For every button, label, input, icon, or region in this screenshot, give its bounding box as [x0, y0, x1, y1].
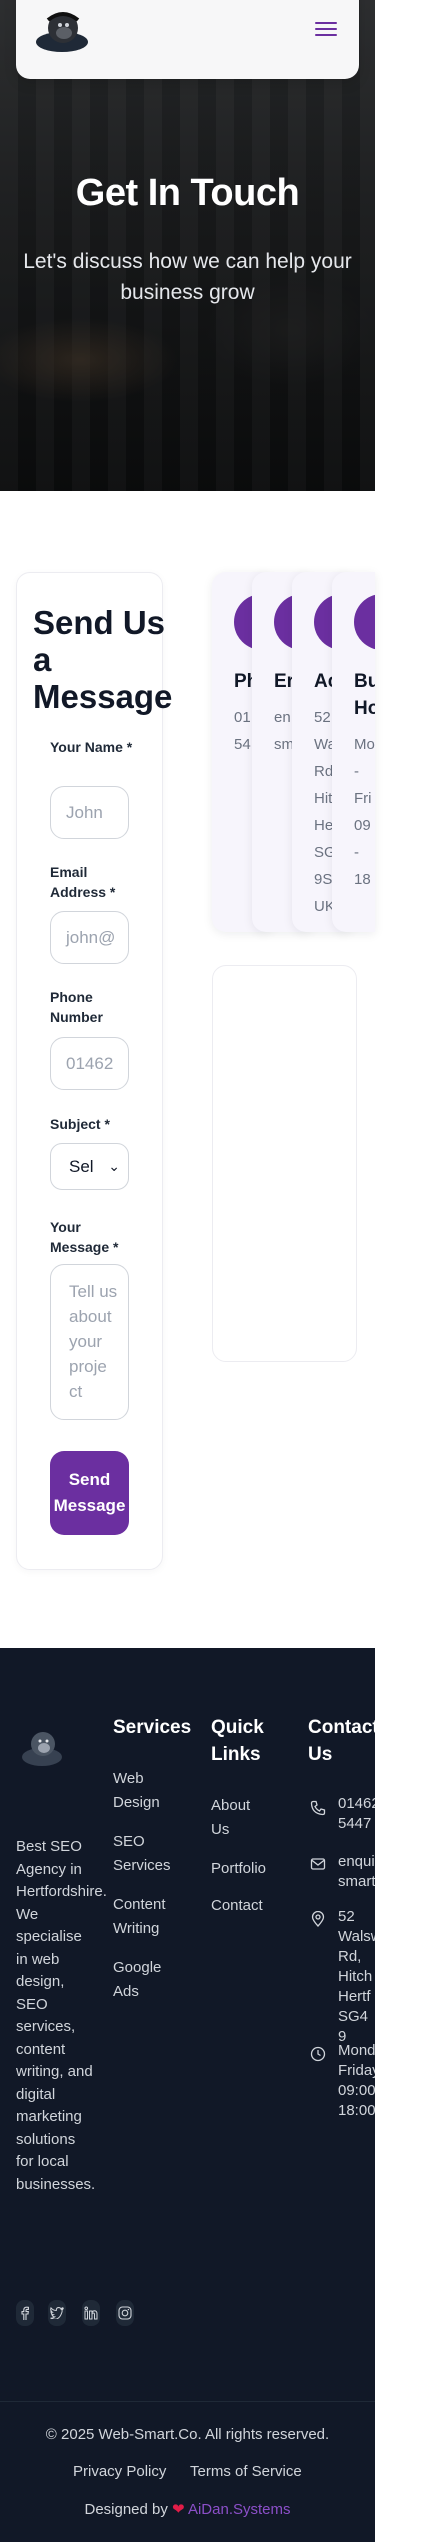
clock-icon	[354, 594, 375, 650]
subject-select-value: Sel	[69, 1157, 94, 1176]
footer-link-web-design[interactable]: Web Design	[113, 1767, 173, 1815]
footer-link-about[interactable]: About Us	[211, 1794, 261, 1842]
email-label: Email Address *	[50, 864, 116, 900]
phone-input[interactable]: 01462	[50, 1037, 129, 1090]
map-pin-icon	[311, 1911, 325, 1927]
heart-icon: ❤	[172, 2501, 185, 2518]
menu-bar	[315, 28, 337, 30]
card-line: -	[354, 763, 359, 780]
footer-phone[interactable]: 01462 5447	[338, 1794, 375, 1834]
clock-icon	[310, 2046, 326, 2062]
message-textarea[interactable]: Tell us about your proje ct	[50, 1264, 129, 1420]
menu-bar	[315, 22, 337, 24]
form-title: Send Us a Message	[33, 604, 173, 715]
card-line: -	[354, 844, 359, 861]
navbar	[16, 0, 359, 79]
footer-link-seo-services[interactable]: SEO Services	[113, 1830, 173, 1878]
card-title: Bu Ho	[354, 671, 375, 719]
quick-links-heading: Quick Links	[211, 1717, 264, 1765]
services-heading: Services	[113, 1717, 192, 1738]
message-label: Your Message *	[50, 1219, 119, 1255]
terms-of-service-link[interactable]: Terms of Service	[190, 2463, 302, 2480]
footer-link-portfolio[interactable]: Portfolio	[211, 1857, 306, 1881]
card-line: 09	[354, 817, 371, 834]
footer-divider	[0, 2401, 375, 2402]
gorilla-logo-icon[interactable]	[20, 1725, 64, 1771]
subject-label: Subject *	[50, 1116, 110, 1132]
footer-description: Best SEO Agency in Hertfordshire. We spe…	[16, 1838, 107, 2193]
menu-icon[interactable]	[315, 18, 337, 38]
hours-card: Bu Ho Mo - Fri 09 - 18	[332, 572, 375, 932]
phone-icon	[310, 1800, 326, 1816]
menu-bar	[315, 34, 337, 36]
designed-by-text: Designed by ❤ AiDan.Systems	[0, 2500, 375, 2518]
linkedin-icon[interactable]	[82, 2300, 100, 2326]
send-message-button[interactable]: Send Message	[50, 1451, 129, 1535]
name-label: Your Name *	[50, 739, 133, 755]
privacy-policy-link[interactable]: Privacy Policy	[73, 2463, 166, 2480]
map-embed[interactable]	[212, 965, 357, 1362]
gorilla-logo-icon[interactable]	[34, 8, 90, 54]
designer-link[interactable]: AiDan.Systems	[188, 2501, 291, 2518]
card-line: Fri	[354, 790, 372, 807]
designed-by-label: Designed by	[84, 2501, 168, 2518]
email-input[interactable]: john@	[50, 911, 129, 964]
hero-subtitle: Let's discuss how we can help your busin…	[23, 250, 352, 304]
contact-heading: Contact Us	[308, 1717, 375, 1765]
instagram-icon[interactable]	[116, 2300, 134, 2326]
footer-link-google-ads[interactable]: Google Ads	[113, 1956, 173, 2004]
phone-label: Phone Number	[50, 989, 103, 1025]
chevron-down-icon: ⌄	[108, 1158, 120, 1174]
hero-title: Get In Touch	[75, 172, 300, 214]
card-line: Mo	[354, 736, 375, 753]
name-input[interactable]: John	[50, 786, 129, 839]
footer-email[interactable]: enqui smart	[338, 1852, 375, 1892]
card-line: 18	[354, 871, 371, 888]
mail-icon	[310, 1858, 326, 1870]
twitter-icon[interactable]	[48, 2300, 66, 2326]
facebook-icon[interactable]	[16, 2300, 34, 2326]
subject-select[interactable]: Sel ⌄	[50, 1143, 129, 1190]
footer-address: 52 Walsw Rd, Hitch Hertf SG4 9	[338, 1908, 375, 2045]
copyright-text: © 2025 Web-Smart.Co. All rights reserved…	[45, 2426, 330, 2443]
footer-hours: Mond Friday 09:00 18:00	[338, 2042, 375, 2119]
footer-link-content-writing[interactable]: Content Writing	[113, 1893, 173, 1941]
footer-link-contact[interactable]: Contact	[211, 1894, 306, 1918]
